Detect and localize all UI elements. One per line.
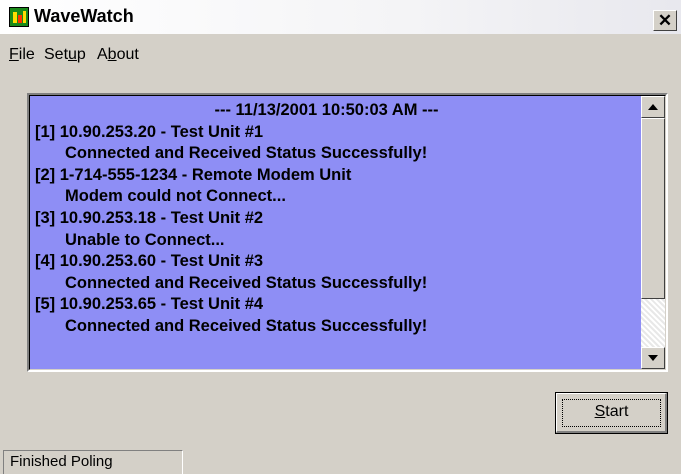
- status-bar: Finished Poling: [3, 450, 183, 474]
- scroll-up-button[interactable]: [641, 96, 665, 118]
- window-title: WaveWatch: [34, 6, 134, 26]
- log-timestamp-header: --- 11/13/2001 10:50:03 AM ---: [214, 101, 439, 119]
- arrow-down-icon: [648, 355, 658, 361]
- menu-about[interactable]: About: [97, 46, 139, 64]
- menu-file[interactable]: File: [9, 46, 35, 64]
- log-unit-line: [1] 10.90.253.20 - Test Unit #1: [35, 122, 264, 141]
- close-button[interactable]: ✕: [653, 10, 677, 31]
- polling-log-body: --- 11/13/2001 10:50:03 AM --- [1] 10.90…: [29, 95, 666, 370]
- vertical-scrollbar[interactable]: [641, 96, 665, 369]
- start-button-label: Start: [594, 403, 629, 420]
- log-status-line: Modem could not Connect...: [65, 187, 286, 206]
- menu-bar: File Setup About: [0, 46, 681, 70]
- log-unit-line: [3] 10.90.253.18 - Test Unit #2: [35, 208, 264, 227]
- log-unit-line: [5] 10.90.253.65 - Test Unit #4: [35, 295, 264, 314]
- title-bar: WaveWatch ✕: [0, 0, 681, 34]
- scroll-thumb[interactable]: [641, 118, 665, 299]
- menu-setup[interactable]: Setup: [44, 46, 86, 64]
- polling-log[interactable]: --- 11/13/2001 10:50:03 AM --- [1] 10.90…: [27, 93, 668, 372]
- start-button[interactable]: Start: [555, 392, 668, 434]
- log-unit-line: [2] 1-714-555-1234 - Remote Modem Unit: [35, 165, 352, 184]
- log-unit-line: [4] 10.90.253.60 - Test Unit #3: [35, 252, 264, 271]
- log-status-line: Unable to Connect...: [65, 230, 225, 249]
- log-status-line: Connected and Received Status Successful…: [65, 144, 428, 163]
- wavewatch-app-icon[interactable]: [9, 7, 29, 27]
- log-text: --- 11/13/2001 10:50:03 AM --- [1] 10.90…: [35, 100, 635, 338]
- arrow-up-icon: [648, 104, 658, 110]
- log-status-line: Connected and Received Status Successful…: [65, 316, 428, 335]
- scroll-down-button[interactable]: [641, 347, 665, 369]
- log-status-line: Connected and Received Status Successful…: [65, 273, 428, 292]
